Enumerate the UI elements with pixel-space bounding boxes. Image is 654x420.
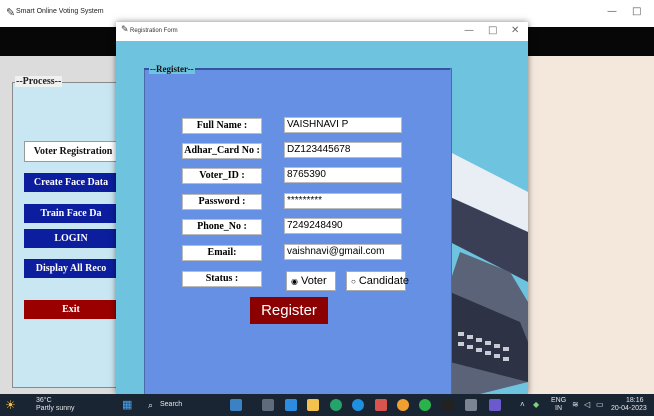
phone-no-label: Phone_No : (182, 219, 262, 235)
radio-unselected-icon: ○ (351, 277, 356, 286)
app-icon-7[interactable] (465, 399, 477, 411)
task-view-icon[interactable] (262, 399, 274, 411)
process-frame-label: --Process-- (15, 76, 63, 87)
voter-registration-button[interactable]: Voter Registration (24, 141, 122, 162)
clock-date[interactable]: 20-04-2023 (611, 398, 647, 420)
app-icon-2[interactable] (285, 399, 297, 411)
reg-maximize-button[interactable]: □ (488, 25, 497, 36)
password-label: Password : (182, 194, 262, 210)
email-input[interactable]: vaishnavi@gmail.com (284, 244, 402, 260)
weather-icon: ☀ (5, 398, 16, 412)
main-maximize-button[interactable]: □ (632, 6, 641, 17)
windows-start-icon[interactable]: ▦ (122, 394, 132, 416)
app-icon-4[interactable] (375, 399, 387, 411)
file-explorer-icon[interactable] (307, 399, 319, 411)
feather-icon: ✎ (6, 6, 16, 19)
password-input[interactable]: ********* (284, 193, 402, 209)
phone-no-input[interactable]: 7249248490 (284, 218, 402, 234)
app-icon-1[interactable] (230, 399, 242, 411)
app-icon-5[interactable] (419, 399, 431, 411)
region-indicator[interactable]: IN (555, 398, 562, 420)
tray-icon[interactable]: ◆ (533, 394, 539, 416)
status-candidate-radio[interactable]: ○ Candidate (346, 271, 409, 291)
volume-icon[interactable]: ◁ (584, 394, 590, 416)
adhar-card-input[interactable]: DZ123445678 (284, 142, 402, 158)
register-button[interactable]: Register (250, 297, 328, 324)
radio-selected-icon: ◉ (291, 277, 298, 286)
full-name-label: Full Name : (182, 118, 262, 134)
chrome-icon[interactable] (397, 399, 409, 411)
main-window-title: Smart Online Voting System (16, 8, 104, 15)
battery-icon[interactable]: ▭ (596, 394, 604, 416)
exit-button[interactable]: Exit (24, 300, 118, 319)
python-icon[interactable] (489, 399, 501, 411)
taskbar: ☀ 36°C Partly sunny ▦ ⌕ Search ˄ ◆ ENG I… (0, 394, 654, 416)
full-name-input[interactable]: VAISHNAVI P (284, 117, 402, 133)
register-frame-label: --Register-- (149, 64, 195, 74)
right-background (524, 56, 654, 394)
app-icon-3[interactable] (330, 399, 342, 411)
voter-id-label: Voter_ID : (182, 168, 262, 184)
status-voter-radio[interactable]: ◉ Voter (286, 271, 336, 291)
display-all-records-button[interactable]: Display All Reco (24, 259, 118, 278)
weather-desc[interactable]: Partly sunny (36, 398, 75, 420)
registration-titlebar: ✎ Registration Form — □ ✕ (116, 22, 528, 41)
email-label: Email: (182, 245, 262, 261)
app-icon-6[interactable] (442, 399, 454, 411)
reg-minimize-button[interactable]: — (464, 25, 474, 36)
wifi-icon[interactable]: ≋ (572, 394, 579, 416)
main-minimize-button[interactable]: — (607, 6, 617, 17)
adhar-card-label: Adhar_Card No : (182, 143, 262, 159)
status-label: Status : (182, 271, 262, 287)
registration-window-title: Registration Form (130, 28, 178, 34)
search-box[interactable]: Search (160, 394, 182, 416)
login-button[interactable]: LOGIN (24, 229, 118, 248)
candidate-option-label: Candidate (358, 275, 409, 287)
search-icon: ⌕ (148, 400, 154, 410)
create-face-data-button[interactable]: Create Face Data (24, 173, 118, 192)
feather-icon: ✎ (121, 25, 129, 35)
edge-icon[interactable] (352, 399, 364, 411)
voter-id-input[interactable]: 8765390 (284, 167, 402, 183)
chevron-up-icon[interactable]: ˄ (520, 394, 525, 416)
laptop-illustration (450, 152, 528, 394)
registration-window: ✎ Registration Form — □ ✕ --Register-- F… (116, 22, 528, 396)
train-face-data-button[interactable]: Train Face Da (24, 204, 118, 223)
voter-option-label: Voter (300, 275, 327, 287)
reg-close-button[interactable]: ✕ (511, 25, 519, 36)
